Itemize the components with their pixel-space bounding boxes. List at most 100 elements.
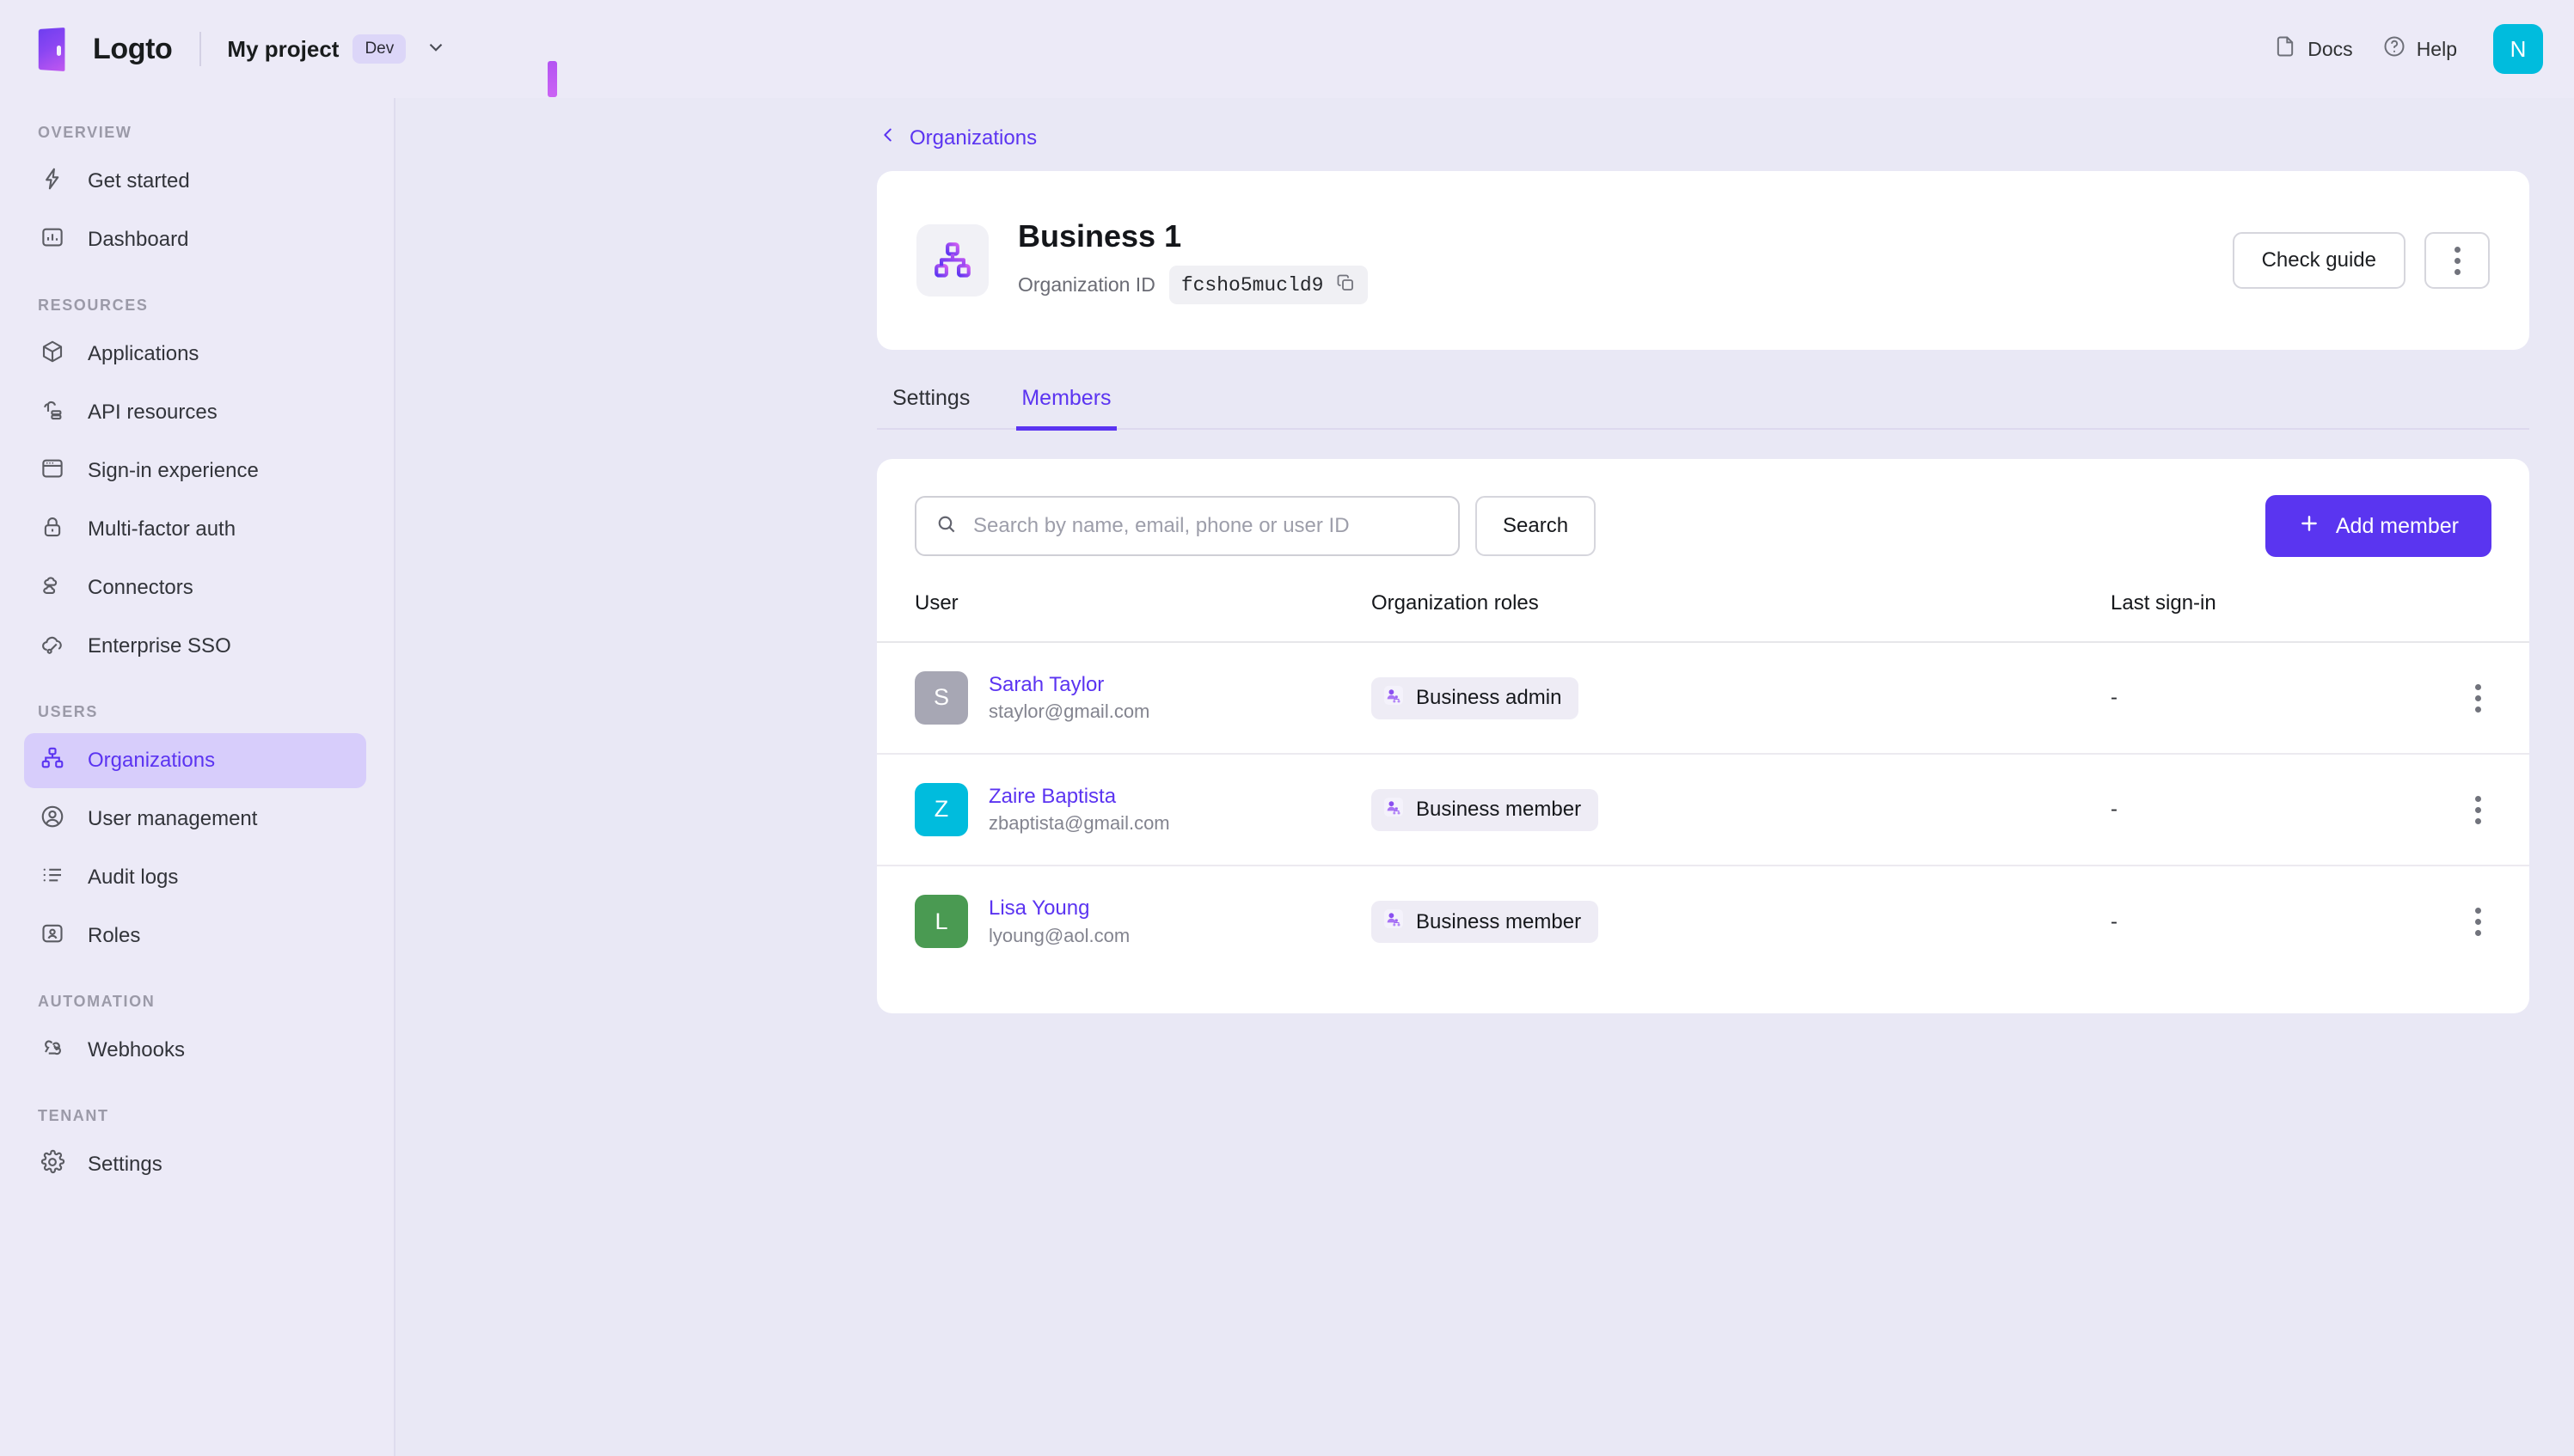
sidebar-item-multi-factor-auth[interactable]: Multi-factor auth — [24, 502, 366, 557]
organization-id-row: Organization ID fcsho5mucld9 — [1018, 266, 1369, 304]
copy-icon[interactable] — [1335, 272, 1356, 297]
chevron-left-icon — [879, 125, 898, 150]
plus-icon — [2298, 512, 2320, 541]
browser-window-icon — [40, 456, 65, 487]
user-name-link[interactable]: Sarah Taylor — [989, 671, 1149, 699]
lock-icon — [40, 514, 65, 546]
environment-badge: Dev — [352, 34, 407, 64]
search-box[interactable] — [915, 496, 1460, 556]
sidebar-item-label: Organizations — [88, 749, 216, 772]
sidebar-section-automation: AUTOMATION — [38, 993, 156, 1010]
organization-role-label: Business member — [1416, 798, 1582, 821]
breadcrumb[interactable]: Organizations — [395, 98, 2574, 150]
column-header-actions — [2387, 591, 2529, 643]
organization-id-label: Organization ID — [1018, 273, 1155, 296]
status-badge: Business admin — [1371, 676, 1579, 719]
help-link[interactable]: Help — [2382, 34, 2457, 64]
sidebar-item-settings[interactable]: Settings — [24, 1137, 366, 1192]
sidebar-item-get-started[interactable]: Get started — [24, 154, 366, 209]
table-row[interactable]: S Sarah Taylor staylor@gmail.com Busines… — [877, 642, 2529, 755]
avatar: Z — [915, 782, 968, 836]
user-avatar[interactable]: N — [2493, 24, 2543, 74]
organization-more-menu-button[interactable] — [2424, 232, 2490, 289]
cell-user: Z Zaire Baptista zbaptista@gmail.com — [877, 754, 1371, 866]
question-circle-icon — [2382, 34, 2406, 64]
avatar: L — [915, 895, 968, 949]
org-chart-icon — [40, 745, 65, 777]
organization-role-icon — [1383, 685, 1404, 712]
top-bar: Logto My project Dev Docs Help N — [0, 0, 2574, 98]
table-row[interactable]: L Lisa Young lyoung@aol.com Business mem… — [877, 866, 2529, 977]
tab-settings[interactable]: Settings — [887, 386, 975, 431]
docs-link[interactable]: Docs — [2273, 34, 2353, 64]
sidebar-item-label: Settings — [88, 1153, 162, 1176]
sidebar-item-sign-in-experience[interactable]: Sign-in experience — [24, 444, 366, 499]
last-sign-in-value: - — [2111, 798, 2117, 821]
table-row[interactable]: Z Zaire Baptista zbaptista@gmail.com Bus… — [877, 754, 2529, 866]
docs-label: Docs — [2307, 37, 2353, 60]
check-guide-button[interactable]: Check guide — [2232, 232, 2405, 289]
search-button[interactable]: Search — [1475, 496, 1596, 556]
cell-organization-roles: Business admin — [1371, 642, 2111, 755]
sidebar-item-api-resources[interactable]: API resources — [24, 385, 366, 440]
sidebar-item-dashboard[interactable]: Dashboard — [24, 212, 366, 267]
api-icon — [40, 397, 65, 429]
tab-members[interactable]: Members — [1016, 386, 1117, 431]
user-circle-icon — [40, 804, 65, 835]
row-more-menu-button[interactable] — [2387, 908, 2529, 936]
cell-actions — [2387, 754, 2529, 866]
sidebar-item-connectors[interactable]: Connectors — [24, 560, 366, 615]
more-vertical-icon — [2475, 683, 2481, 713]
user-email: lyoung@aol.com — [989, 924, 1131, 946]
organization-id-value: fcsho5mucld9 — [1180, 273, 1324, 297]
cube-icon — [40, 339, 65, 370]
avatar: S — [915, 670, 968, 725]
add-member-label: Add member — [2335, 513, 2459, 538]
search-icon — [935, 513, 958, 540]
members-table-head: User Organization roles Last sign-in — [877, 591, 2529, 643]
connectors-icon — [40, 572, 65, 604]
status-badge: Business member — [1371, 901, 1599, 943]
members-table: User Organization roles Last sign-in S S… — [877, 591, 2529, 977]
members-panel: Search Add member User Organization role… — [877, 459, 2529, 1013]
cell-last-sign-in: - — [2111, 642, 2387, 755]
tab-bar: Settings Members — [877, 386, 2529, 431]
sidebar-section-users: USERS — [38, 703, 99, 720]
last-sign-in-value: - — [2111, 909, 2117, 933]
sidebar-item-applications[interactable]: Applications — [24, 327, 366, 382]
sidebar-item-label: Applications — [88, 342, 199, 365]
page-title: Business 1 — [1018, 218, 1182, 254]
sidebar-item-label: Get started — [88, 169, 190, 193]
add-member-button[interactable]: Add member — [2265, 495, 2491, 557]
chevron-down-icon[interactable] — [425, 36, 447, 63]
sidebar-item-webhooks[interactable]: Webhooks — [24, 1023, 366, 1078]
cloud-key-icon — [40, 631, 65, 663]
sidebar-item-audit-logs[interactable]: Audit logs — [24, 850, 366, 905]
project-switcher[interactable]: My project Dev — [227, 34, 447, 64]
cell-organization-roles: Business member — [1371, 754, 2111, 866]
sidebar-item-label: Enterprise SSO — [88, 634, 231, 658]
logo-text: Logto — [93, 32, 173, 65]
sidebar-item-roles[interactable]: Roles — [24, 908, 366, 964]
sidebar-section-resources: RESOURCES — [38, 297, 149, 314]
breadcrumb-back-label: Organizations — [910, 125, 1038, 150]
document-icon — [2273, 34, 2297, 64]
user-name-link[interactable]: Lisa Young — [989, 895, 1130, 922]
webhook-icon — [40, 1035, 65, 1067]
sidebar-item-enterprise-sso[interactable]: Enterprise SSO — [24, 619, 366, 674]
sidebar-item-user-management[interactable]: User management — [24, 792, 366, 847]
sidebar-item-organizations[interactable]: Organizations — [24, 733, 366, 788]
row-more-menu-button[interactable] — [2387, 795, 2529, 824]
organization-id-chip[interactable]: fcsho5mucld9 — [1168, 266, 1369, 304]
user-email: staylor@gmail.com — [989, 700, 1150, 723]
sidebar-section-tenant: TENANT — [38, 1107, 109, 1124]
list-icon — [40, 862, 65, 894]
row-more-menu-button[interactable] — [2387, 683, 2529, 713]
user-name-link[interactable]: Zaire Baptista — [989, 783, 1170, 811]
logto-logo-icon — [38, 27, 557, 97]
sidebar-item-label: Webhooks — [88, 1038, 185, 1061]
organization-role-label: Business member — [1416, 909, 1582, 933]
brand[interactable]: Logto — [0, 27, 557, 97]
search-input[interactable] — [973, 514, 1439, 538]
sidebar-item-label: Connectors — [88, 576, 193, 599]
